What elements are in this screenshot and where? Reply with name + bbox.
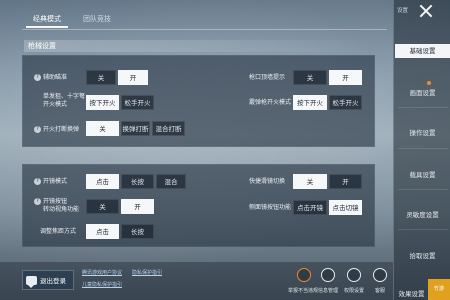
side-scope-switch[interactable]: 点击切镜 <box>329 200 362 215</box>
child-privacy-link[interactable]: 儿童隐私保护指引 <box>82 282 122 289</box>
auto-aim-toggle: 关 开 <box>86 70 148 85</box>
scope-mode-mixed[interactable]: 混合 <box>156 174 186 189</box>
close-icon[interactable] <box>417 2 435 20</box>
tab-team-deathmatch[interactable]: 团队竞技 <box>72 10 122 28</box>
permission-settings-icon[interactable] <box>347 268 361 282</box>
scope-mode-options: 点击 长按 混合 <box>86 174 186 189</box>
side-scope-open[interactable]: 点击开镜 <box>293 200 327 215</box>
adjust-lens-hold[interactable]: 长按 <box>121 224 154 239</box>
auto-aim-on[interactable]: 开 <box>118 70 148 85</box>
muzzle-hint-off[interactable]: 关 <box>293 70 327 85</box>
side-scope-label: 侧面镜按钮功能 <box>249 204 292 211</box>
section-title-weapon-settings: 枪械设置 <box>24 40 376 52</box>
tab-classic-mode[interactable]: 经典模式 <box>22 10 72 28</box>
muzzle-hint-on[interactable]: 开 <box>329 70 362 85</box>
scope-button-turn-toggle: 关 开 <box>86 199 154 214</box>
sidebar-item-graphics[interactable]: 画面设置 <box>395 86 450 100</box>
muzzle-hint-label: 枪口顶墙提示 <box>249 74 286 81</box>
scope-mode-hold[interactable]: 长按 <box>121 174 154 189</box>
privacy-guide-link[interactable]: 隐私保护指引 <box>132 270 162 277</box>
sidebar-divider <box>398 148 448 149</box>
shotgun-fire-mode: 按下开火 松手开火 <box>293 95 362 110</box>
quick-switch-toggle: 关 开 <box>293 174 362 189</box>
tab-underline-divider <box>22 29 387 30</box>
single-shot-press-fire[interactable]: 按下开火 <box>86 95 119 110</box>
customer-service-icon[interactable] <box>373 268 387 282</box>
sidebar-item-basic[interactable]: 基础设置 <box>395 44 450 58</box>
sidebar-divider <box>398 229 448 230</box>
info-management-icon[interactable] <box>321 268 335 282</box>
shotgun-release-fire[interactable]: 松手开火 <box>329 95 362 110</box>
auto-aim-label: ? 辅助瞄准 <box>34 74 67 82</box>
chat-icon <box>26 275 37 288</box>
shotgun-press-fire[interactable]: 按下开火 <box>293 95 327 110</box>
adjust-lens-label: 调整焦距方式 <box>40 228 77 235</box>
report-icon[interactable] <box>297 268 311 282</box>
brand-logo: 竹游 <box>428 279 450 300</box>
interrupt-off[interactable]: 关 <box>86 121 119 136</box>
quick-switch-label: 快捷滑镜切换 <box>249 178 286 185</box>
fire-interrupt-reload-options: 关 换弹打断 混合打断 <box>86 121 185 136</box>
notification-dot <box>427 81 431 85</box>
scope-turn-off[interactable]: 关 <box>86 199 119 214</box>
user-agreement-link[interactable]: 腾讯游戏用户协议 <box>82 270 122 277</box>
help-icon[interactable]: ? <box>34 126 41 133</box>
single-shot-label: 单发狙、十字弩 开火模式 <box>43 93 86 108</box>
scope-mode-click[interactable]: 点击 <box>86 174 119 189</box>
auto-aim-off[interactable]: 关 <box>86 70 116 85</box>
sidebar-divider <box>398 189 448 190</box>
help-icon[interactable]: ? <box>34 74 41 81</box>
scope-button-turn-label: ? 开镜按钮 转动视角功能 <box>34 198 86 214</box>
help-icon[interactable]: ? <box>34 178 41 185</box>
muzzle-hint-toggle: 关 开 <box>293 70 362 85</box>
logout-label: 退出登录 <box>40 277 66 285</box>
help-icon[interactable]: ? <box>34 198 41 205</box>
shotgun-fire-mode-label: 霰弹枪开火模式 <box>249 99 292 106</box>
interrupt-mixed[interactable]: 混合打断 <box>152 121 185 136</box>
scope-mode-label: ? 开镜模式 <box>34 178 67 186</box>
sidebar-item-effects[interactable]: 效果设置 <box>395 287 428 300</box>
sidebar-item-sensitivity[interactable]: 灵敏度设置 <box>395 208 450 222</box>
mode-tabs: 经典模式 团队竞技 <box>22 10 122 28</box>
scope-turn-on[interactable]: 开 <box>121 199 154 214</box>
single-shot-release-fire[interactable]: 松手开火 <box>121 95 154 110</box>
logout-button[interactable]: 退出登录 <box>22 270 74 290</box>
side-scope-options: 点击开镜 点击切镜 <box>293 200 362 215</box>
interrupt-reload[interactable]: 换弹打断 <box>121 121 150 136</box>
sidebar-item-pickup[interactable]: 拾取设置 <box>395 249 450 263</box>
customer-service-label: 客服 <box>374 288 385 294</box>
quick-switch-off[interactable]: 关 <box>293 174 327 189</box>
quick-switch-on[interactable]: 开 <box>329 174 362 189</box>
sidebar-item-vehicle[interactable]: 载具设置 <box>395 168 450 182</box>
sidebar-header: 设置 <box>395 0 450 24</box>
sidebar-item-controls[interactable]: 操作设置 <box>395 126 450 140</box>
adjust-lens-click[interactable]: 点击 <box>86 224 119 239</box>
sidebar-divider <box>398 107 448 108</box>
adjust-lens-options: 点击 长按 <box>86 224 154 239</box>
settings-title: 设置 <box>397 8 409 14</box>
single-shot-fire-mode: 按下开火 松手开火 <box>86 95 154 110</box>
fire-interrupt-reload-label: ? 开火打断换弹 <box>34 126 79 134</box>
